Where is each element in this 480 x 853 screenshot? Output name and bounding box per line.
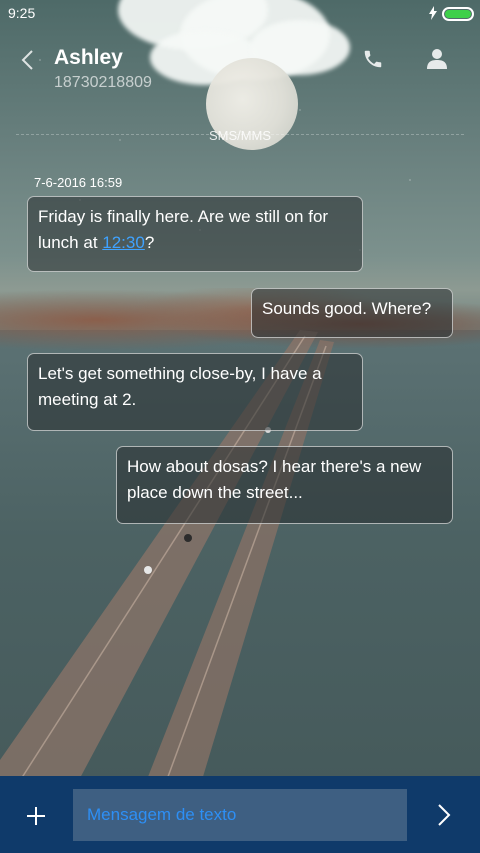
contact-info-button[interactable] bbox=[422, 44, 452, 74]
battery-level bbox=[445, 10, 471, 18]
contact-number: 18730218809 bbox=[54, 74, 152, 91]
back-button[interactable] bbox=[12, 44, 44, 76]
person-icon bbox=[427, 49, 447, 69]
phone-icon bbox=[364, 50, 382, 68]
contact-name: Ashley bbox=[54, 46, 123, 69]
message-input[interactable] bbox=[73, 789, 407, 841]
message-text: Friday is finally here. Are we still on … bbox=[38, 207, 329, 252]
status-time: 9:25 bbox=[8, 5, 36, 21]
message-timestamp: 7-6-2016 16:59 bbox=[34, 175, 123, 190]
chevron-right-icon bbox=[438, 804, 451, 826]
send-button[interactable] bbox=[428, 798, 460, 832]
call-button[interactable] bbox=[358, 44, 388, 74]
plus-icon bbox=[27, 807, 45, 825]
message-bubble-incoming[interactable]: Let's get something close-by, I have a m… bbox=[27, 353, 363, 431]
message-text: ? bbox=[144, 233, 155, 252]
message-bubble-incoming[interactable]: Friday is finally here. Are we still on … bbox=[27, 196, 363, 272]
composer-bar bbox=[0, 776, 480, 853]
status-bar: 9:25 bbox=[0, 0, 480, 28]
time-link[interactable]: 12:30 bbox=[102, 233, 145, 252]
battery-icon bbox=[442, 7, 474, 21]
chevron-left-icon bbox=[21, 50, 33, 70]
message-text: Sounds good. Where? bbox=[262, 299, 432, 318]
channel-label: SMS/MMS bbox=[208, 128, 272, 143]
message-bubble-outgoing[interactable]: Sounds good. Where? bbox=[251, 288, 453, 338]
message-bubble-outgoing[interactable]: How about dosas? I hear there's a new pl… bbox=[116, 446, 453, 524]
charging-bolt-icon bbox=[429, 6, 437, 20]
message-text: Let's get something close-by, I have a m… bbox=[38, 364, 322, 409]
message-text: How about dosas? I hear there's a new pl… bbox=[127, 457, 422, 502]
conversation-header: Ashley 18730218809 bbox=[0, 28, 480, 118]
add-attachment-button[interactable] bbox=[20, 800, 52, 832]
